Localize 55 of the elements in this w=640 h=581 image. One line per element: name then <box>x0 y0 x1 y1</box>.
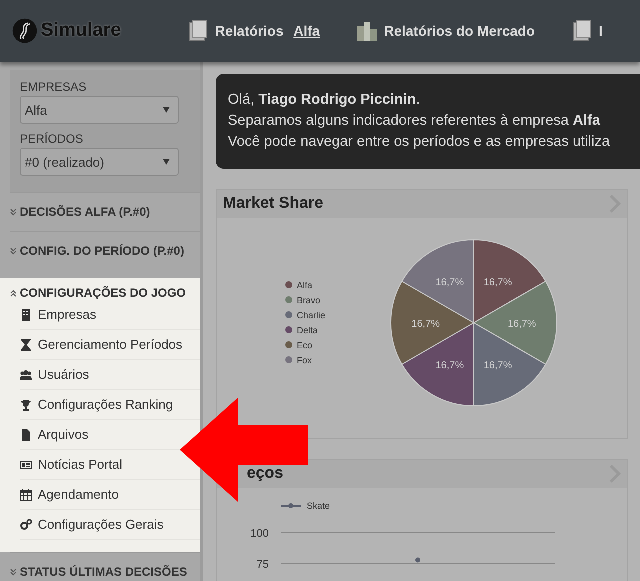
panel-title: eços <box>247 465 284 483</box>
dropdown-triangle-icon <box>163 107 170 113</box>
building-icon <box>20 308 32 320</box>
buildings-icon <box>356 20 378 42</box>
legend-line-icon <box>281 504 301 508</box>
trophy-icon <box>20 398 32 410</box>
select-field[interactable]: #0 (realizado) <box>20 148 179 176</box>
welcome-text: Você pode navegar entre os períodos e as empresas utiliza <box>228 133 612 152</box>
legend-label: Delta <box>297 326 318 336</box>
menu-item[interactable]: Arquivos <box>20 427 89 442</box>
hourglass-icon <box>20 338 32 350</box>
slice-value-label: 16,7% <box>436 277 464 288</box>
slice-value-label: 16,7% <box>436 360 464 372</box>
filter-label: PERÍODOS <box>20 132 84 146</box>
file-icon <box>20 428 32 440</box>
data-point <box>416 558 420 563</box>
menu-item[interactable]: Agendamento <box>20 487 119 502</box>
legend-label: Charlie <box>297 310 326 320</box>
documents-icon <box>571 20 593 42</box>
slice-value-label: 16,7% <box>484 277 512 288</box>
legend-label: Skate <box>307 501 330 511</box>
section-header[interactable]: CONFIGURAÇÕES DO JOGO <box>10 286 200 300</box>
legend-label: Alfa <box>297 280 313 290</box>
nav-link[interactable]: I <box>571 20 603 42</box>
welcome-text: Separamos alguns indicadores referentes à empresa Alfa <box>228 112 602 131</box>
slice-value-label: 16,7% <box>412 319 440 330</box>
section-header[interactable]: DECISÕES ALFA (P.#0) <box>0 205 200 219</box>
panel-title: Market Share <box>223 195 324 213</box>
documents-icon <box>187 20 210 42</box>
select-field[interactable]: Alfa <box>20 96 179 124</box>
y-tick-label: 100 <box>250 528 269 540</box>
menu-item[interactable]: Configurações Ranking <box>20 397 174 412</box>
legend-label: Bravo <box>297 296 321 306</box>
section-header[interactable]: STATUS ÚLTIMAS DECISÕES <box>0 565 200 579</box>
filter-label: EMPRESAS <box>20 80 88 94</box>
slice-value-label: 16,7% <box>484 360 512 372</box>
nav-link[interactable]: Relatórios Alfa <box>187 20 320 42</box>
calendar-icon <box>20 488 32 500</box>
section-header[interactable]: CONFIG. DO PERÍODO (P.#0) <box>0 244 200 258</box>
legend-label: Fox <box>297 356 312 366</box>
gears-icon <box>20 518 32 530</box>
slice-value-label: 16,7% <box>508 319 536 330</box>
menu-item[interactable]: Gerenciamento Períodos <box>20 337 183 352</box>
menu-item[interactable]: Configurações Gerais <box>20 517 164 532</box>
nav-link[interactable]: Relatórios do Mercado <box>356 20 535 42</box>
users-icon <box>20 368 32 380</box>
logo-icon <box>12 18 38 44</box>
dropdown-triangle-icon <box>163 159 170 165</box>
y-tick-label: 75 <box>256 559 269 571</box>
menu-item[interactable]: Usuários <box>20 367 90 382</box>
legend-label: Eco <box>297 340 313 350</box>
menu-item[interactable]: Notícias Portal <box>20 457 123 472</box>
menu-item[interactable]: Empresas <box>20 307 97 322</box>
welcome-text: Olá, Tiago Rodrigo Piccinin. <box>228 91 422 110</box>
news-icon <box>20 458 32 470</box>
